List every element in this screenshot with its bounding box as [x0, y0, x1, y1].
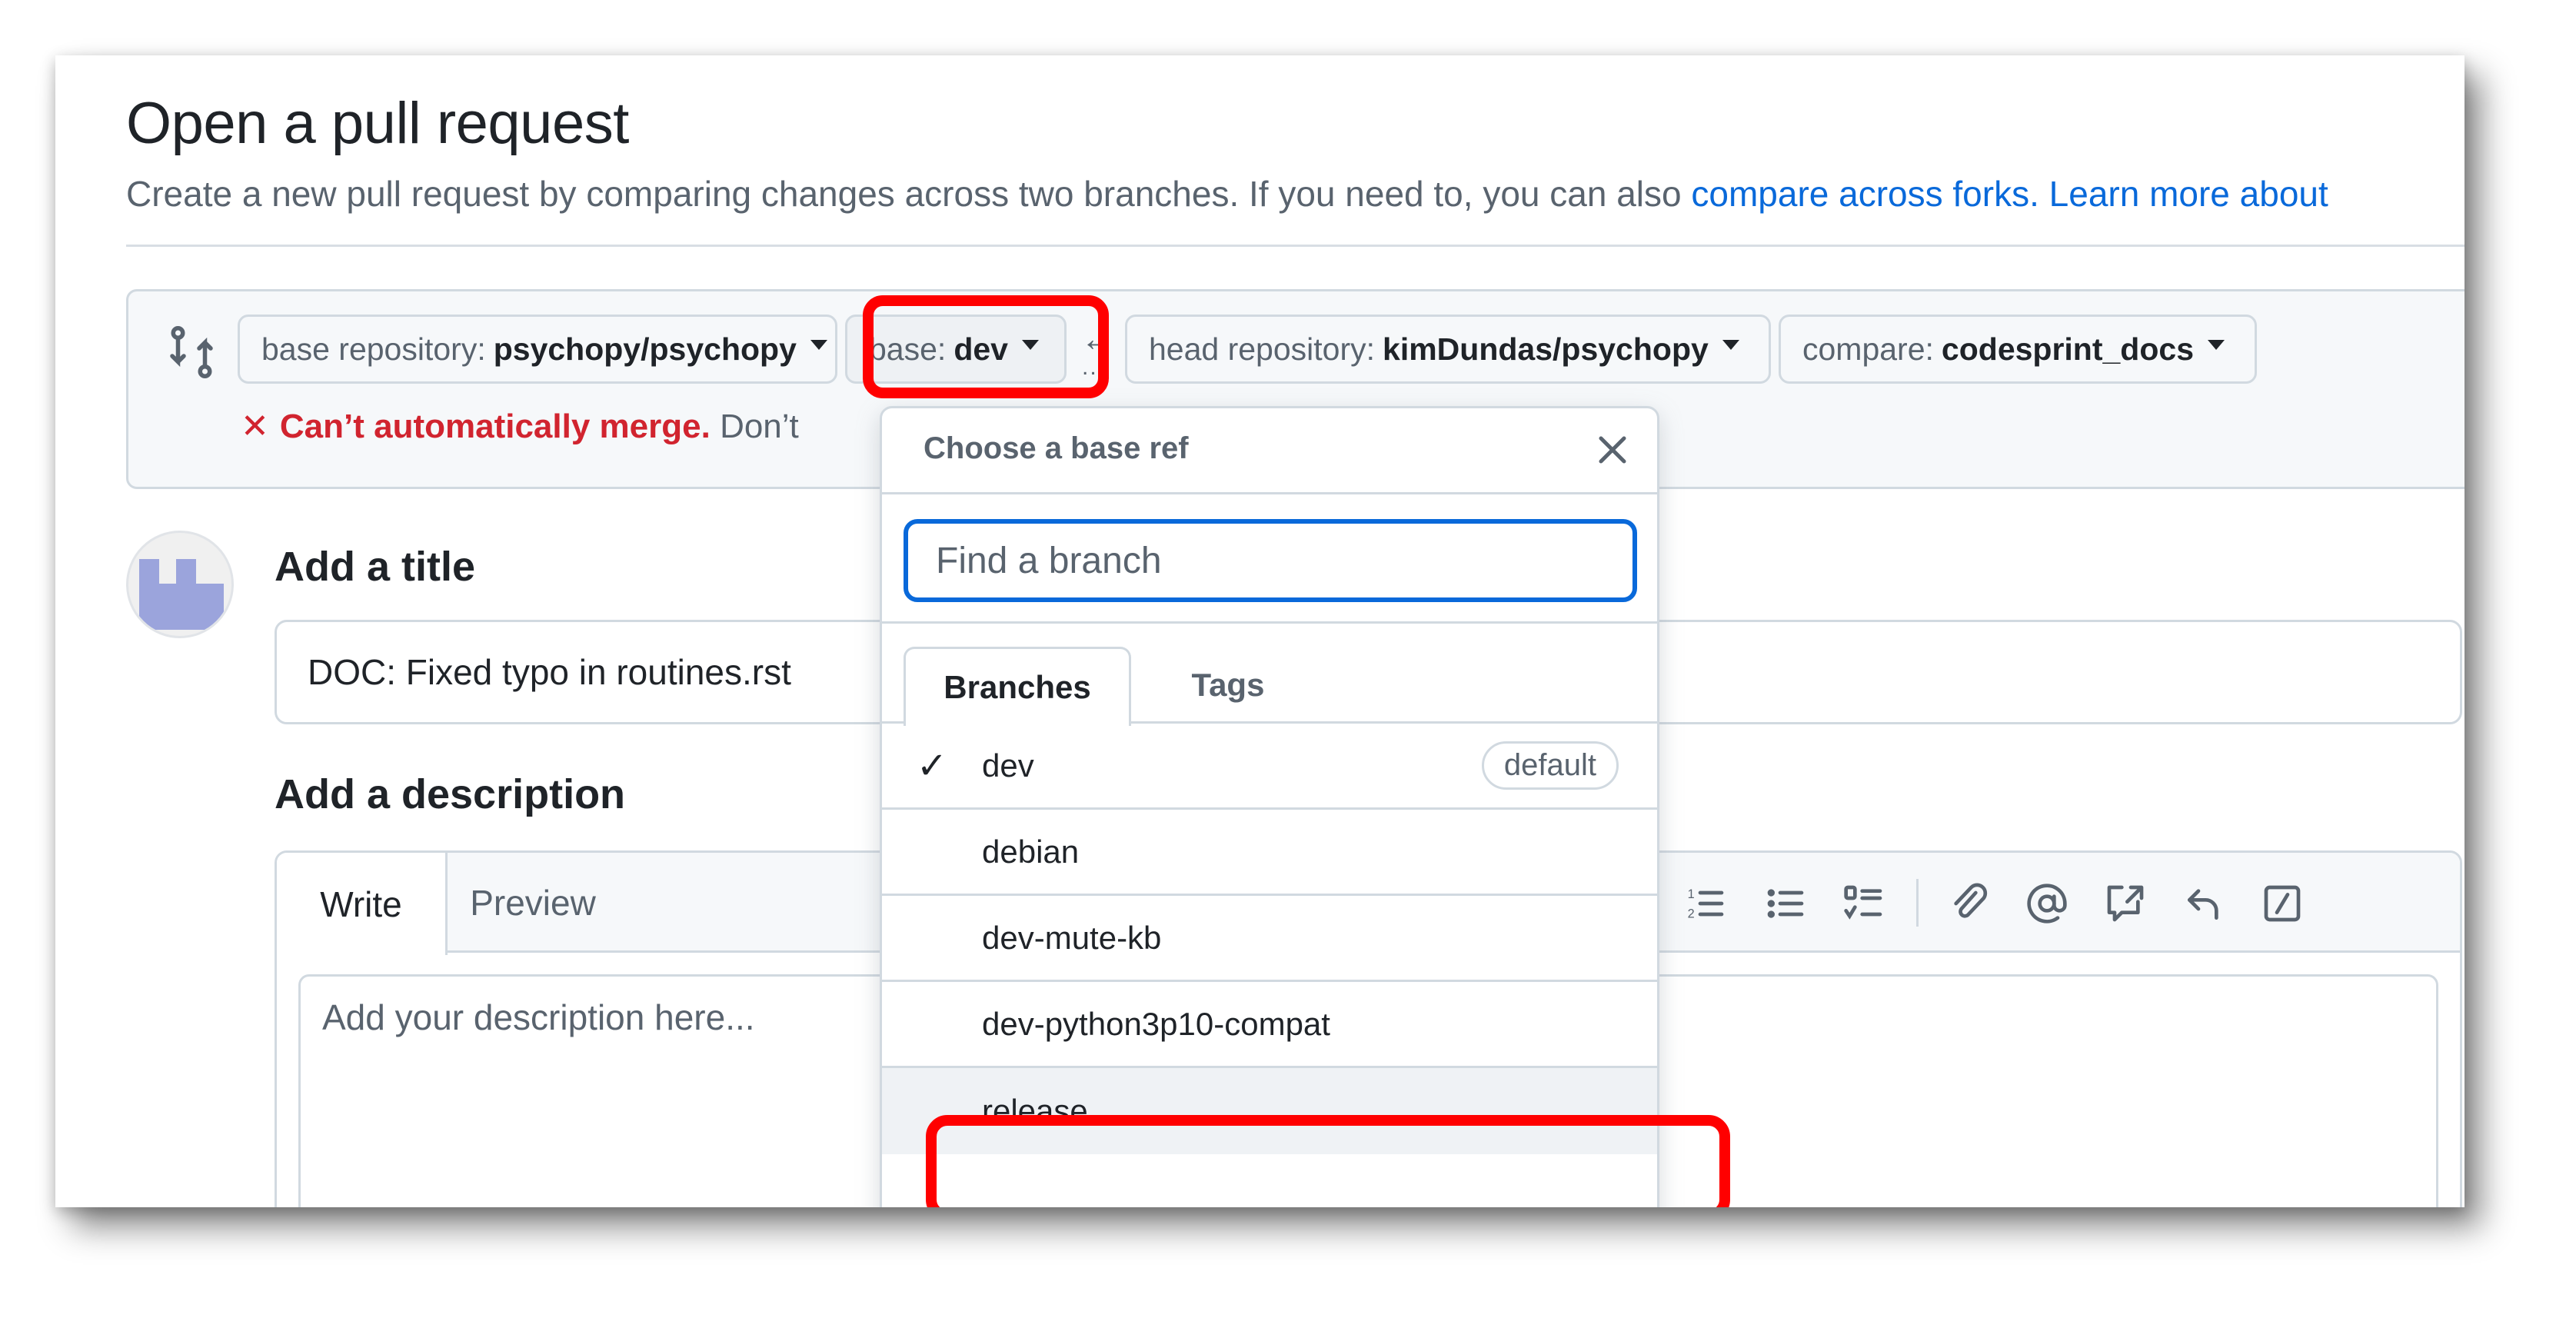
- learn-more-link[interactable]: Learn more about: [2049, 174, 2328, 214]
- mention-icon[interactable]: [2025, 882, 2068, 925]
- page-title: Open a pull request: [126, 91, 629, 156]
- highlight-base-select: [863, 295, 1109, 398]
- add-description-heading: Add a description: [275, 771, 626, 817]
- page: Open a pull request Create a new pull re…: [55, 55, 2465, 1207]
- caret-down-icon: [2208, 339, 2225, 350]
- branch-search-input[interactable]: [904, 519, 1637, 602]
- avatar: [126, 531, 234, 638]
- base-repo-label: base repository:: [261, 331, 486, 367]
- tab-branches[interactable]: Branches: [904, 647, 1131, 726]
- base-ref-dropdown: Choose a base ref Branches Tags ✓ dev de…: [880, 406, 1659, 1207]
- task-list-icon[interactable]: [1842, 882, 1885, 925]
- merge-status-text: Can’t automatically merge.: [279, 408, 711, 445]
- divider: [126, 245, 2465, 247]
- svg-text:1: 1: [1688, 887, 1695, 901]
- subtitle-text: Create a new pull request by comparing c…: [126, 174, 1692, 214]
- caret-down-icon: [1722, 339, 1739, 350]
- tab-write[interactable]: Write: [277, 853, 448, 955]
- x-icon: ✕: [241, 408, 269, 445]
- branch-name: dev-python3p10-compat: [982, 1005, 1330, 1042]
- avatar-shape: [139, 584, 224, 630]
- page-subtitle: Create a new pull request by comparing c…: [126, 172, 2328, 215]
- branch-name: dev: [982, 747, 1034, 784]
- check-icon: ✓: [916, 745, 948, 787]
- compare-label: compare:: [1802, 331, 1934, 367]
- tab-preview[interactable]: Preview: [448, 853, 618, 953]
- merge-hint: Don’t: [720, 408, 799, 445]
- git-compare-icon: [168, 325, 215, 379]
- branch-item-dev-mute-kb[interactable]: dev-mute-kb: [882, 896, 1657, 982]
- slash-command-icon[interactable]: [2261, 882, 2304, 925]
- compare-across-forks-link[interactable]: compare across forks.: [1691, 174, 2039, 214]
- reply-icon[interactable]: [2182, 882, 2225, 925]
- tab-tags[interactable]: Tags: [1159, 647, 1297, 724]
- avatar-shape: [176, 559, 196, 585]
- head-repo-label: head repository:: [1149, 331, 1376, 367]
- unordered-list-icon[interactable]: [1764, 882, 1807, 925]
- head-repository-select[interactable]: head repository: kimDundas/psychopy: [1125, 315, 1771, 384]
- branch-name: debian: [982, 833, 1080, 870]
- close-icon[interactable]: [1589, 427, 1636, 473]
- default-badge: default: [1481, 741, 1619, 790]
- branch-item-dev-python3p10-compat[interactable]: dev-python3p10-compat: [882, 982, 1657, 1068]
- compare-branch-select[interactable]: compare: codesprint_docs: [1779, 315, 2257, 384]
- svg-text:2: 2: [1688, 907, 1695, 921]
- ordered-list-icon[interactable]: 12: [1684, 882, 1727, 925]
- avatar-shape: [139, 559, 159, 585]
- highlight-release-item: [926, 1115, 1730, 1207]
- base-repository-select[interactable]: base repository: psychopy/psychopy: [238, 315, 837, 384]
- caret-down-icon: [810, 339, 827, 350]
- search-wrapper: [882, 494, 1657, 624]
- ref-tabs: Branches Tags: [882, 624, 1657, 726]
- base-repo-value: psychopy/psychopy: [493, 331, 797, 367]
- branch-item-debian[interactable]: debian: [882, 810, 1657, 896]
- dropdown-title: Choose a base ref: [924, 431, 1189, 465]
- branch-item-dev[interactable]: ✓ dev default: [882, 724, 1657, 810]
- add-title-heading: Add a title: [275, 544, 476, 590]
- cross-reference-icon[interactable]: [2104, 882, 2147, 925]
- dropdown-header: Choose a base ref: [882, 408, 1657, 494]
- compare-value: codesprint_docs: [1941, 331, 2195, 367]
- attach-icon[interactable]: [1947, 882, 1990, 925]
- merge-status: ✕ Can’t automatically merge. Don’t: [241, 407, 799, 446]
- toolbar-divider: [1916, 879, 1919, 927]
- head-repo-value: kimDundas/psychopy: [1383, 331, 1709, 367]
- branch-name: dev-mute-kb: [982, 919, 1162, 956]
